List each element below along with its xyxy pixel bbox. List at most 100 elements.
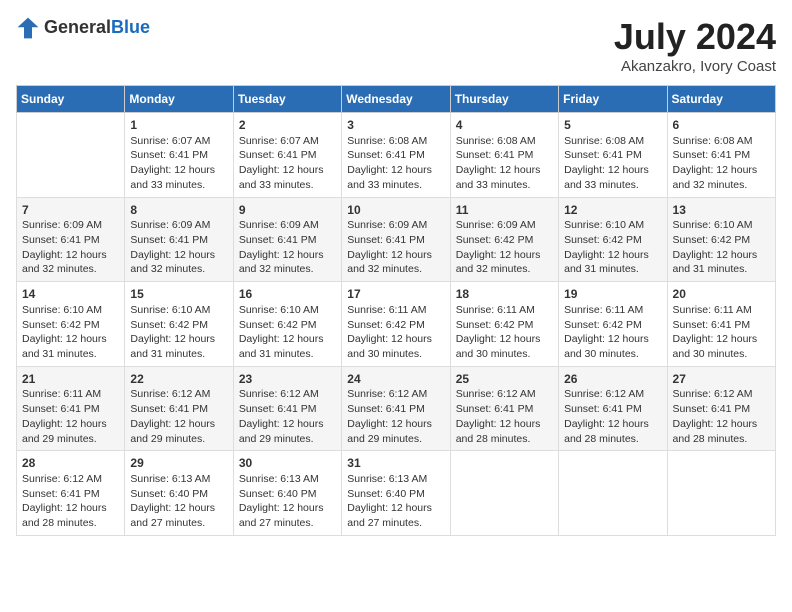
day-info-line: Sunrise: 6:08 AM xyxy=(564,134,661,149)
day-info-line: and 31 minutes. xyxy=(239,347,336,362)
calendar-cell: 19Sunrise: 6:11 AMSunset: 6:42 PMDayligh… xyxy=(559,282,667,367)
calendar-cell xyxy=(667,451,775,536)
day-info-line: Sunset: 6:42 PM xyxy=(239,318,336,333)
day-number: 7 xyxy=(22,202,119,219)
day-info-line: and 32 minutes. xyxy=(22,262,119,277)
day-info-line: Sunset: 6:42 PM xyxy=(130,318,227,333)
day-info-line: Sunset: 6:41 PM xyxy=(347,233,444,248)
calendar-cell: 1Sunrise: 6:07 AMSunset: 6:41 PMDaylight… xyxy=(125,113,233,198)
calendar-cell: 15Sunrise: 6:10 AMSunset: 6:42 PMDayligh… xyxy=(125,282,233,367)
day-info-line: Sunrise: 6:10 AM xyxy=(564,218,661,233)
day-info-line: Daylight: 12 hours xyxy=(673,248,770,263)
day-number: 3 xyxy=(347,117,444,134)
day-info-line: and 31 minutes. xyxy=(22,347,119,362)
day-info-line: and 27 minutes. xyxy=(130,516,227,531)
day-number: 6 xyxy=(673,117,770,134)
day-number: 17 xyxy=(347,286,444,303)
day-info-line: and 30 minutes. xyxy=(564,347,661,362)
day-info-line: Sunrise: 6:09 AM xyxy=(239,218,336,233)
day-info-line: Daylight: 12 hours xyxy=(564,332,661,347)
day-number: 1 xyxy=(130,117,227,134)
day-info-line: Sunrise: 6:13 AM xyxy=(130,472,227,487)
calendar-table: SundayMondayTuesdayWednesdayThursdayFrid… xyxy=(16,85,776,536)
day-info-line: Daylight: 12 hours xyxy=(456,163,553,178)
day-info-line: and 29 minutes. xyxy=(22,432,119,447)
calendar-cell: 26Sunrise: 6:12 AMSunset: 6:41 PMDayligh… xyxy=(559,366,667,451)
day-info-line: Sunrise: 6:11 AM xyxy=(456,303,553,318)
day-info-line: and 28 minutes. xyxy=(673,432,770,447)
day-info-line: Sunset: 6:41 PM xyxy=(564,402,661,417)
day-info-line: Sunrise: 6:08 AM xyxy=(347,134,444,149)
day-info-line: and 28 minutes. xyxy=(22,516,119,531)
day-info-line: Daylight: 12 hours xyxy=(564,248,661,263)
day-info-line: and 32 minutes. xyxy=(239,262,336,277)
day-info-line: and 32 minutes. xyxy=(347,262,444,277)
day-info-line: Daylight: 12 hours xyxy=(130,248,227,263)
logo: GeneralBlue xyxy=(16,16,150,40)
day-info-line: Sunrise: 6:10 AM xyxy=(673,218,770,233)
day-info-line: Daylight: 12 hours xyxy=(673,163,770,178)
day-info-line: Sunset: 6:41 PM xyxy=(130,402,227,417)
day-info-line: and 31 minutes. xyxy=(673,262,770,277)
day-info-line: Sunrise: 6:13 AM xyxy=(347,472,444,487)
calendar-cell: 30Sunrise: 6:13 AMSunset: 6:40 PMDayligh… xyxy=(233,451,341,536)
calendar-cell: 21Sunrise: 6:11 AMSunset: 6:41 PMDayligh… xyxy=(17,366,125,451)
day-info-line: Daylight: 12 hours xyxy=(456,248,553,263)
day-number: 10 xyxy=(347,202,444,219)
day-info-line: Sunrise: 6:09 AM xyxy=(22,218,119,233)
day-info-line: Sunset: 6:42 PM xyxy=(22,318,119,333)
day-info-line: Sunset: 6:41 PM xyxy=(22,233,119,248)
day-number: 21 xyxy=(22,371,119,388)
day-info-line: and 28 minutes. xyxy=(564,432,661,447)
logo-text-general: General xyxy=(44,17,111,37)
calendar-cell: 3Sunrise: 6:08 AMSunset: 6:41 PMDaylight… xyxy=(342,113,450,198)
day-info-line: Sunrise: 6:12 AM xyxy=(347,387,444,402)
day-number: 15 xyxy=(130,286,227,303)
day-info-line: and 31 minutes. xyxy=(130,347,227,362)
calendar-week-row: 21Sunrise: 6:11 AMSunset: 6:41 PMDayligh… xyxy=(17,366,776,451)
day-info-line: Sunset: 6:41 PM xyxy=(564,148,661,163)
logo-icon xyxy=(16,16,40,40)
day-info-line: Sunset: 6:40 PM xyxy=(130,487,227,502)
day-info-line: Daylight: 12 hours xyxy=(239,248,336,263)
day-info-line: Daylight: 12 hours xyxy=(673,332,770,347)
day-number: 23 xyxy=(239,371,336,388)
calendar-cell: 31Sunrise: 6:13 AMSunset: 6:40 PMDayligh… xyxy=(342,451,450,536)
day-info-line: Sunrise: 6:12 AM xyxy=(239,387,336,402)
day-info-line: Daylight: 12 hours xyxy=(22,417,119,432)
day-number: 4 xyxy=(456,117,553,134)
day-info-line: and 33 minutes. xyxy=(239,178,336,193)
day-info-line: and 33 minutes. xyxy=(347,178,444,193)
day-info-line: Sunset: 6:41 PM xyxy=(22,487,119,502)
day-info-line: Daylight: 12 hours xyxy=(130,332,227,347)
day-info-line: Daylight: 12 hours xyxy=(456,332,553,347)
day-info-line: Sunrise: 6:10 AM xyxy=(22,303,119,318)
calendar-cell: 14Sunrise: 6:10 AMSunset: 6:42 PMDayligh… xyxy=(17,282,125,367)
day-info-line: Sunrise: 6:07 AM xyxy=(130,134,227,149)
calendar-cell: 25Sunrise: 6:12 AMSunset: 6:41 PMDayligh… xyxy=(450,366,558,451)
day-number: 20 xyxy=(673,286,770,303)
day-info-line: and 33 minutes. xyxy=(456,178,553,193)
day-info-line: Sunset: 6:40 PM xyxy=(347,487,444,502)
day-info-line: and 33 minutes. xyxy=(130,178,227,193)
day-info-line: and 29 minutes. xyxy=(239,432,336,447)
day-number: 8 xyxy=(130,202,227,219)
day-info-line: Daylight: 12 hours xyxy=(347,163,444,178)
day-number: 22 xyxy=(130,371,227,388)
day-number: 13 xyxy=(673,202,770,219)
day-number: 19 xyxy=(564,286,661,303)
day-info-line: Sunset: 6:41 PM xyxy=(239,148,336,163)
day-number: 5 xyxy=(564,117,661,134)
day-info-line: Sunrise: 6:12 AM xyxy=(22,472,119,487)
main-title: July 2024 xyxy=(614,16,776,58)
day-header-sunday: Sunday xyxy=(17,86,125,113)
logo-text-blue: Blue xyxy=(111,17,150,37)
day-number: 27 xyxy=(673,371,770,388)
day-number: 11 xyxy=(456,202,553,219)
day-header-monday: Monday xyxy=(125,86,233,113)
day-info-line: Daylight: 12 hours xyxy=(130,417,227,432)
day-number: 14 xyxy=(22,286,119,303)
day-info-line: Sunset: 6:42 PM xyxy=(456,233,553,248)
day-info-line: Sunrise: 6:11 AM xyxy=(347,303,444,318)
day-info-line: Sunrise: 6:12 AM xyxy=(456,387,553,402)
